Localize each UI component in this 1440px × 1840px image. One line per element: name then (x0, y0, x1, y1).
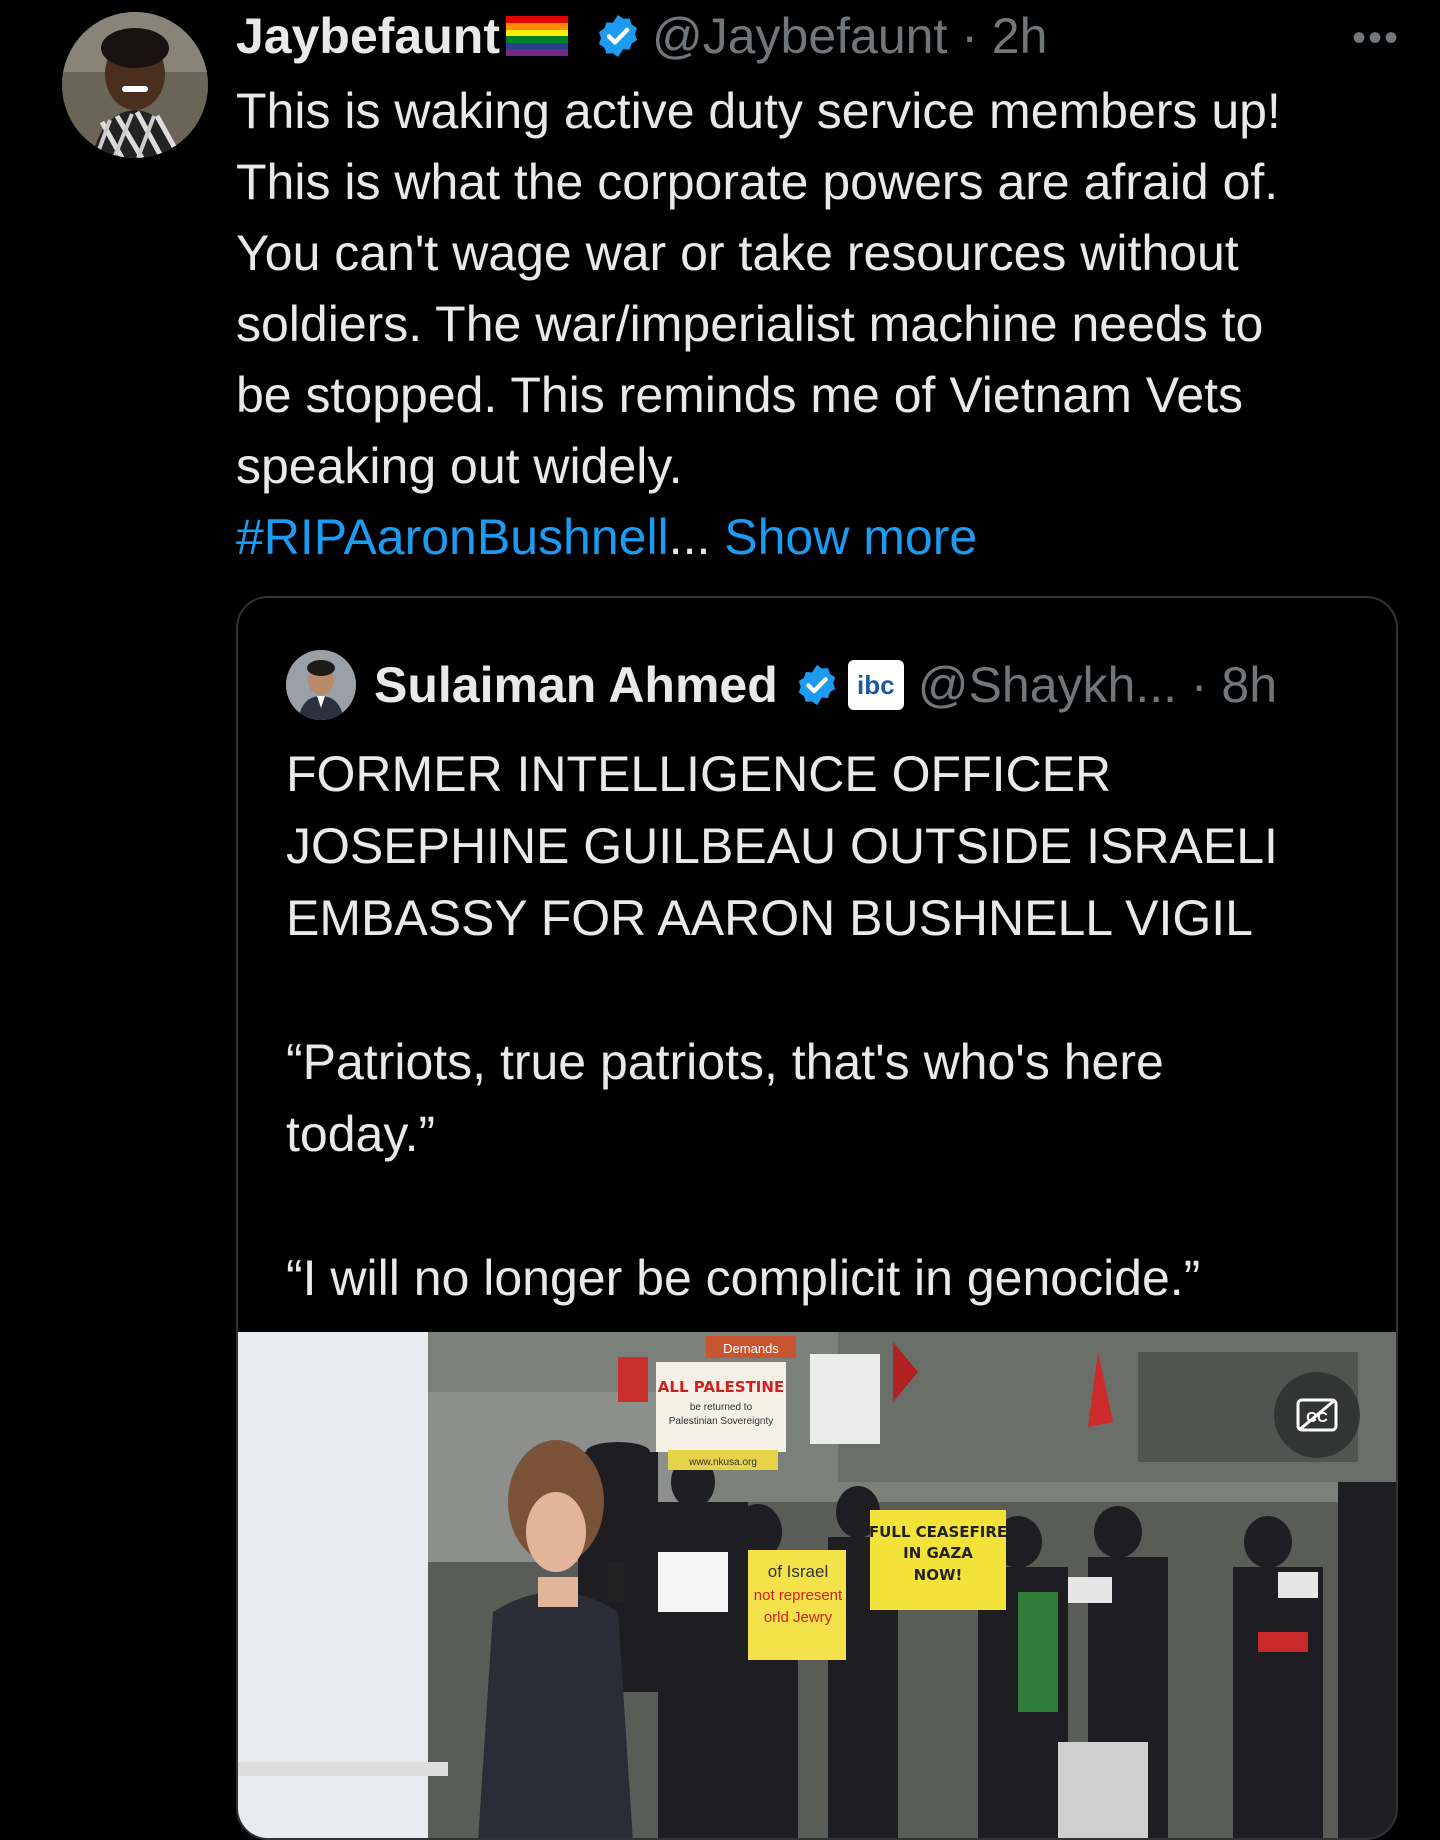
quoted-author-name[interactable]: Sulaiman Ahmed (374, 656, 778, 714)
quoted-avatar[interactable] (286, 650, 356, 720)
tweet-line: This is what the corporate powers are af… (236, 154, 1279, 210)
ellipsis: ... (668, 509, 711, 565)
protest-scene-image: ALL PALESTINE be returned to Palestinian… (238, 1332, 1396, 1838)
video-thumbnail[interactable]: ALL PALESTINE be returned to Palestinian… (238, 1332, 1396, 1838)
quoted-tweet[interactable]: Sulaiman Ahmed ibc @Shaykh... · 8h FORME… (236, 596, 1398, 1840)
verified-badge-icon (798, 664, 836, 706)
tweet-body: This is waking active duty service membe… (236, 76, 1406, 573)
tweet-hashtag-line: #RIPAaronBushnell... Show more (236, 502, 1406, 573)
quoted-line: “I will no longer be complicit in genoci… (286, 1250, 1201, 1306)
tweet-line: soldiers. The war/imperialist machine ne… (236, 296, 1264, 352)
quoted-body: FORMER INTELLIGENCE OFFICER JOSEPHINE GU… (286, 738, 1356, 1314)
tweet-line: You can't wage war or take resources wit… (236, 225, 1239, 281)
closed-captions-icon: CC (1296, 1398, 1338, 1432)
hashtag-link[interactable]: #RIPAaronBushnell (236, 509, 669, 565)
more-options-icon[interactable]: ••• (1352, 16, 1400, 61)
verified-badge-icon (598, 15, 637, 57)
author-handle-time[interactable]: @Jaybefaunt · 2h (652, 7, 1047, 65)
quoted-line: EMBASSY FOR AARON BUSHNELL VIGIL (286, 890, 1253, 946)
author-name[interactable]: Jaybefaunt (236, 7, 500, 65)
author-avatar[interactable] (62, 12, 208, 158)
sign-text: Palestinian Sovereignty (669, 1416, 774, 1427)
sign-text: NOW! (914, 1566, 963, 1584)
tweet-header: Jaybefaunt @Jaybefaunt · 2h ••• (236, 6, 1400, 66)
quoted-line: “Patriots, true patriots, that's who's h… (286, 1034, 1164, 1090)
tweet-line: be stopped. This reminds me of Vietnam V… (236, 367, 1244, 423)
sign-text: IN GAZA (903, 1544, 973, 1562)
sign-text: be returned to (690, 1402, 753, 1413)
quoted-handle-time[interactable]: @Shaykh... · 8h (918, 656, 1277, 714)
tweet-line: This is waking active duty service membe… (236, 83, 1281, 139)
quoted-line: today.” (286, 1106, 436, 1162)
sign-text: of Israel (768, 1562, 828, 1581)
show-more-link[interactable]: Show more (724, 509, 977, 565)
quoted-line: JOSEPHINE GUILBEAU OUTSIDE ISRAELI (286, 818, 1278, 874)
quoted-header: Sulaiman Ahmed ibc @Shaykh... · 8h (286, 650, 1356, 720)
sign-text: not represent (754, 1587, 843, 1604)
sign-text: Demands (723, 1341, 779, 1356)
sign-text: FULL CEASEFIRE (869, 1523, 1007, 1541)
tweet-line: speaking out widely. (236, 438, 683, 494)
quoted-line: FORMER INTELLIGENCE OFFICER (286, 746, 1112, 802)
captions-button[interactable]: CC (1274, 1372, 1360, 1458)
rainbow-flag-icon (505, 16, 568, 56)
svg-text:CC: CC (1306, 1409, 1328, 1426)
affiliation-badge-icon[interactable]: ibc (847, 660, 904, 710)
sign-text: www.nkusa.org (688, 1457, 757, 1468)
sign-text: ALL PALESTINE (658, 1378, 784, 1396)
sign-text: orld Jewry (764, 1609, 833, 1626)
